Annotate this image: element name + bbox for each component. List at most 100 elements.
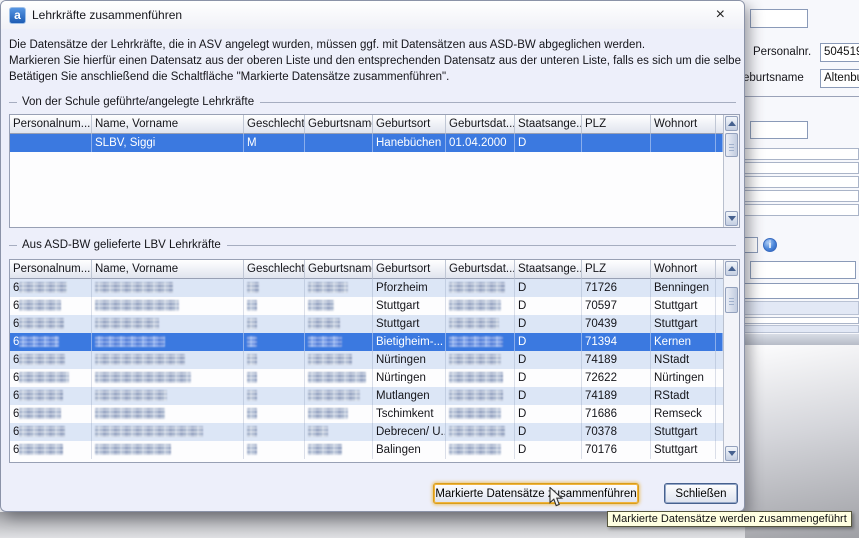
col-geburtsname[interactable]: Geburtsname: [305, 115, 373, 134]
col-name[interactable]: Name, Vorname: [92, 115, 244, 134]
redacted-block: [19, 390, 63, 401]
redacted-block: [19, 336, 59, 347]
redacted-block: [95, 426, 203, 437]
redacted-block: [247, 282, 259, 293]
school-teachers-table: Personalnum... Name, Vorname Geschlecht …: [9, 114, 740, 228]
scroll-up-button[interactable]: [725, 261, 738, 276]
table-row-selected[interactable]: SLBV, Siggi M Hanebüchen 01.04.2000 D: [10, 134, 723, 152]
col-personalnummer[interactable]: Personalnum...: [10, 115, 92, 134]
redacted-block: [449, 318, 499, 329]
background-input-small[interactable]: [743, 237, 758, 253]
geburtsname-field[interactable]: Altenbu: [820, 69, 859, 88]
table-row[interactable]: 6 Balingen D 70176 Stuttgart: [10, 441, 723, 459]
col-name[interactable]: Name, Vorname: [92, 260, 244, 279]
background-input[interactable]: [750, 121, 808, 139]
redacted-block: [19, 318, 64, 329]
redacted-block: [19, 408, 61, 419]
redacted-block: [95, 408, 165, 419]
col-geburtsort[interactable]: Geburtsort: [373, 260, 446, 279]
redacted-block: [308, 390, 360, 401]
col-geschlecht[interactable]: Geschlecht: [244, 260, 305, 279]
intro-line-1: Die Datensätze der Lehrkräfte, die in AS…: [9, 37, 744, 53]
info-icon[interactable]: i: [763, 238, 777, 252]
col-geburtsdatum[interactable]: Geburtsdat...: [446, 260, 515, 279]
redacted-block: [449, 282, 505, 293]
close-dialog-button[interactable]: Schließen: [664, 483, 738, 504]
redacted-block: [449, 408, 501, 419]
redacted-block: [95, 390, 167, 401]
background-field-row: [743, 190, 859, 202]
background-input[interactable]: [743, 283, 859, 299]
redacted-block: [449, 444, 501, 455]
group-asd-header: Aus ASD-BW gelieferte LBV Lehrkräfte: [9, 238, 736, 252]
dialog-titlebar[interactable]: a Lehrkräfte zusammenführen ×: [1, 1, 744, 29]
col-plz[interactable]: PLZ: [582, 260, 651, 279]
col-geschlecht[interactable]: Geschlecht: [244, 115, 305, 134]
scrollbar-track[interactable]: [724, 314, 739, 445]
background-field-row: [743, 148, 859, 160]
close-icon[interactable]: ×: [713, 5, 728, 25]
background-table-row: [743, 325, 859, 333]
scroll-up-button[interactable]: [725, 116, 738, 131]
col-filler: [716, 115, 723, 134]
col-staatsangehoerigkeit[interactable]: Staatsange...: [515, 260, 582, 279]
merge-records-button[interactable]: Markierte Datensätze zusammenführen: [433, 483, 639, 504]
redacted-block: [19, 372, 69, 383]
chevron-down-icon: [728, 451, 736, 456]
background-field-row: [743, 204, 859, 216]
col-plz[interactable]: PLZ: [582, 115, 651, 134]
chevron-down-icon: [728, 216, 736, 221]
col-filler: [716, 260, 723, 279]
table-row[interactable]: 6 Mutlangen D 74189 RStadt: [10, 387, 723, 405]
scrollbar-thumb[interactable]: [725, 133, 738, 157]
merge-teachers-dialog: a Lehrkräfte zusammenführen × Die Datens…: [0, 0, 745, 512]
table-row[interactable]: 6 Nürtingen D 72622 Nürtingen: [10, 369, 723, 387]
scroll-down-button[interactable]: [725, 446, 738, 461]
group-line: [9, 102, 17, 103]
background-window-panel: Personalnr. 504519 eburtsname Altenbu i: [740, 0, 859, 538]
redacted-block: [308, 282, 348, 293]
redacted-block: [449, 390, 503, 401]
scrollbar-vertical[interactable]: [723, 260, 739, 462]
table-row[interactable]: 6 Debrecen/ U... D 70378 Stuttgart: [10, 423, 723, 441]
scroll-down-button[interactable]: [725, 211, 738, 226]
app-icon: a: [9, 7, 26, 24]
table-row-selected[interactable]: 6 Bietigheim-... D 71394 Kernen: [10, 333, 723, 351]
geburtsname-label: eburtsname: [743, 72, 804, 84]
table-row[interactable]: 6 Nürtingen D 74189 NStadt: [10, 351, 723, 369]
scrollbar-track[interactable]: [724, 277, 739, 286]
intro-line-2: Markieren Sie hierfür einen Datensatz au…: [9, 53, 744, 69]
redacted-block: [19, 426, 65, 437]
redacted-block: [95, 318, 159, 329]
col-geburtsname[interactable]: Geburtsname: [305, 260, 373, 279]
col-geburtsdatum[interactable]: Geburtsdat...: [446, 115, 515, 134]
background-gradient-area: [740, 345, 859, 538]
table-row[interactable]: 6 Pforzheim D 71726 Benningen: [10, 279, 723, 297]
background-input[interactable]: [750, 261, 856, 279]
school-table-body: SLBV, Siggi M Hanebüchen 01.04.2000 D: [10, 134, 723, 227]
scrollbar-thumb[interactable]: [725, 287, 738, 313]
table-row[interactable]: 6 Stuttgart D 70597 Stuttgart: [10, 297, 723, 315]
personalnr-field[interactable]: 504519: [820, 43, 859, 62]
redacted-block: [449, 336, 503, 347]
table-row[interactable]: 6 Stuttgart D 70439 Stuttgart: [10, 315, 723, 333]
col-personalnummer[interactable]: Personalnum...: [10, 260, 92, 279]
mouse-cursor-icon: [549, 487, 564, 513]
redacted-block: [247, 390, 257, 401]
scrollbar-vertical[interactable]: [723, 115, 739, 227]
dialog-title: Lehrkräfte zusammenführen: [32, 8, 182, 22]
redacted-block: [308, 336, 342, 347]
redacted-block: [247, 354, 257, 365]
background-field-row: [743, 176, 859, 188]
col-wohnort[interactable]: Wohnort: [651, 260, 716, 279]
col-wohnort[interactable]: Wohnort: [651, 115, 716, 134]
redacted-block: [449, 426, 505, 437]
redacted-block: [19, 444, 63, 455]
redacted-block: [247, 336, 257, 347]
background-input[interactable]: [750, 9, 808, 28]
table-row[interactable]: 6 Tschimkent D 71686 Remseck: [10, 405, 723, 423]
col-geburtsort[interactable]: Geburtsort: [373, 115, 446, 134]
scrollbar-track[interactable]: [724, 158, 739, 210]
redacted-block: [95, 300, 179, 311]
col-staatsangehoerigkeit[interactable]: Staatsange...: [515, 115, 582, 134]
